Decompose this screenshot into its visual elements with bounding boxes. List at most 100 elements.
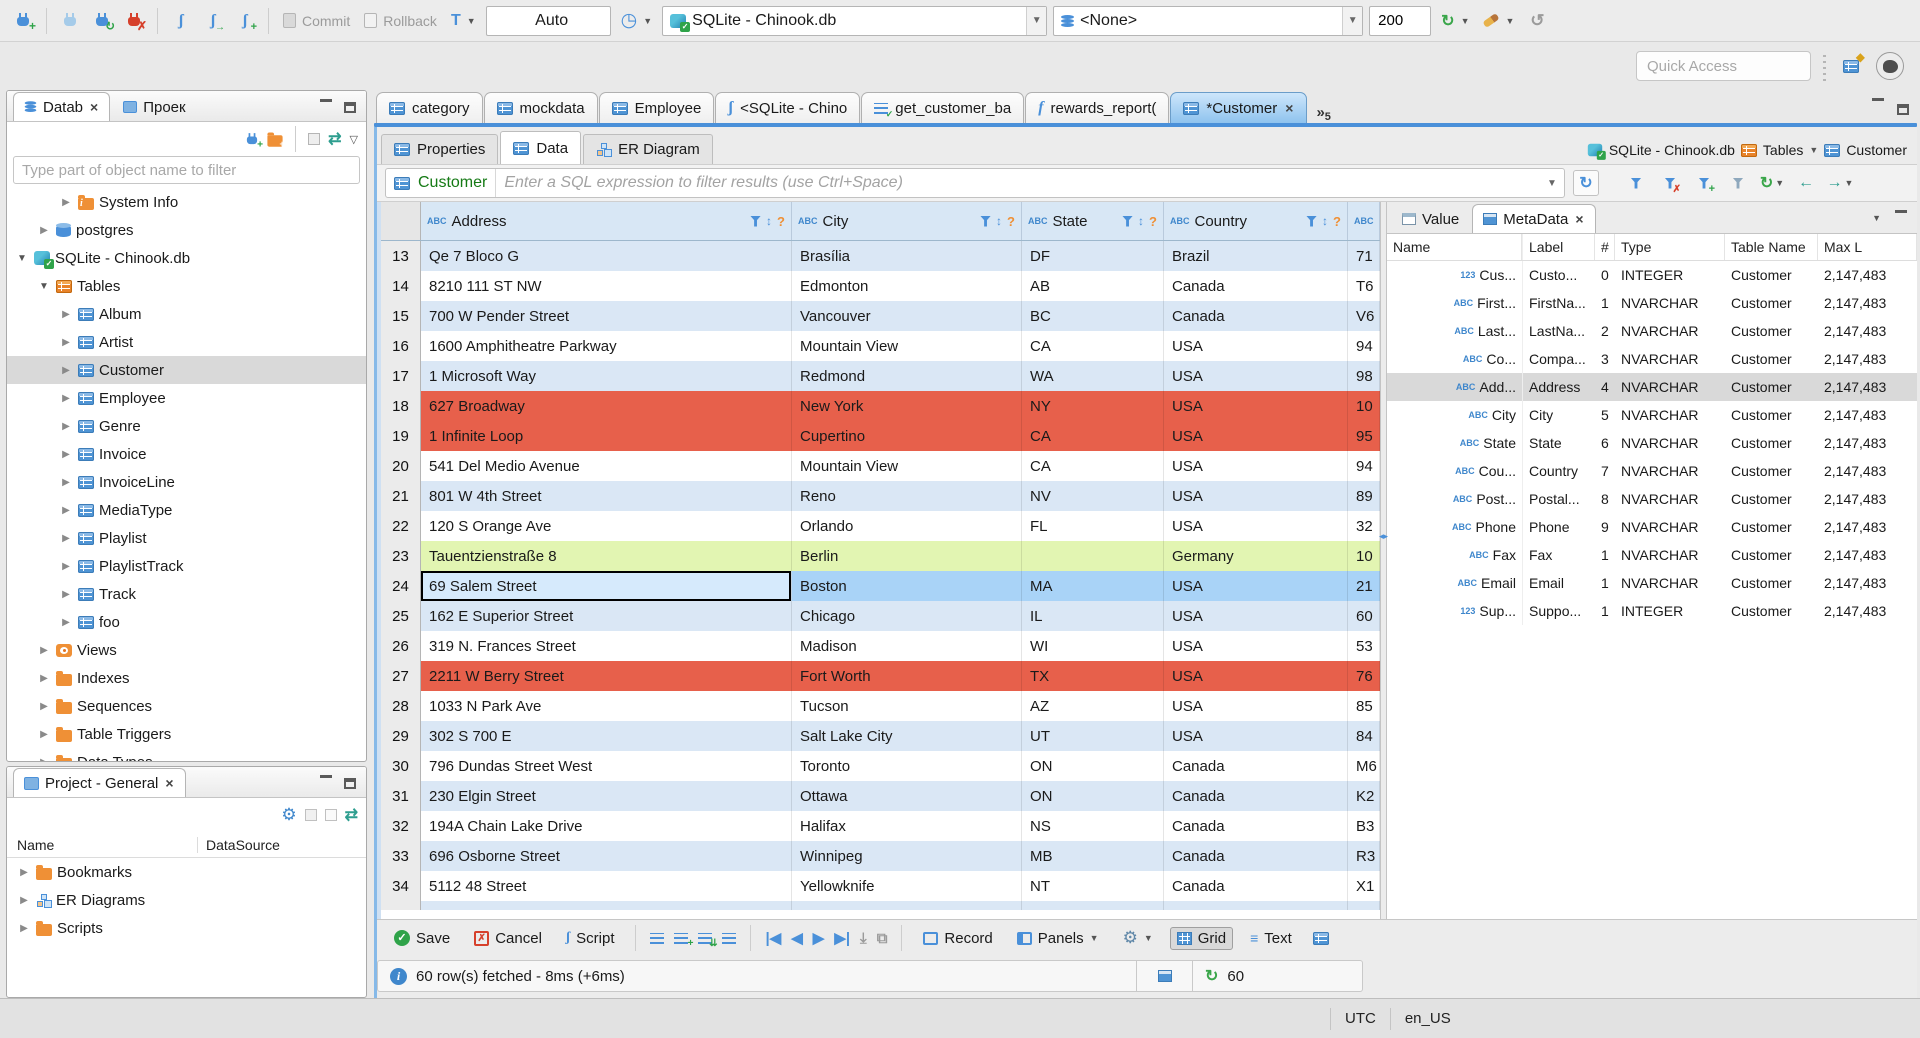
cell-state[interactable]: WI <box>1022 631 1164 661</box>
cell-country[interactable]: Germany <box>1164 541 1348 571</box>
expand-arrow-icon[interactable]: ▶ <box>59 561 73 572</box>
row-number[interactable]: 34 <box>381 871 421 901</box>
cell-city[interactable]: Ottawa <box>792 781 1022 811</box>
view-menu-icon[interactable]: ▼ <box>1872 213 1881 223</box>
edit-row-icon[interactable] <box>650 932 665 944</box>
cell-city[interactable]: Toronto <box>792 751 1022 781</box>
cell-address[interactable]: 1 Infinite Loop <box>421 421 792 451</box>
tab-overflow-button[interactable]: » 5 <box>1316 105 1330 123</box>
save-button[interactable]: ✓ Save <box>387 927 457 950</box>
expand-arrow-icon[interactable]: ▶ <box>59 533 73 544</box>
cell-country[interactable]: USA <box>1164 451 1348 481</box>
tree-item-tables[interactable]: ▼ Tables <box>7 272 366 300</box>
metadata-row-postal[interactable]: ABC Post... Postal... 8 NVARCHAR Customer 2,14… <box>1387 485 1917 513</box>
minimize-icon[interactable] <box>320 98 332 102</box>
cell-state[interactable]: IL <box>1022 601 1164 631</box>
cell-city[interactable]: Brasília <box>792 241 1022 271</box>
project-item-scripts[interactable]: ▶ Scripts <box>7 914 366 942</box>
tab-databases[interactable]: Datab × <box>13 92 111 121</box>
tree-item-invoiceline[interactable]: ▶ InvoiceLine <box>7 468 366 496</box>
quick-access-input[interactable] <box>1636 51 1811 81</box>
open-sql-editor-icon[interactable]: ʃ → <box>200 8 226 34</box>
expand-arrow-icon[interactable]: ▶ <box>37 225 51 236</box>
metadata-row-country[interactable]: ABC Cou... Country 7 NVARCHAR Customer 2,147,4… <box>1387 457 1917 485</box>
cell-extra[interactable]: 53 <box>1348 631 1380 661</box>
cell-country[interactable]: Canada <box>1164 841 1348 871</box>
refresh-toggle-button[interactable]: ↻ ▼ <box>1437 11 1473 31</box>
tree-item-postgres[interactable]: ▶ postgres <box>7 216 366 244</box>
cell-extra[interactable]: 98 <box>1348 361 1380 391</box>
tree-item-album[interactable]: ▶ Album <box>7 300 366 328</box>
panels-button[interactable]: Panels ▼ <box>1010 927 1106 950</box>
refresh-results-icon[interactable]: ↻ ▼ <box>1759 170 1785 196</box>
cell-city[interactable]: Orlando <box>792 511 1022 541</box>
cell-city[interactable]: Salt Lake City <box>792 721 1022 751</box>
cell-country[interactable]: USA <box>1164 691 1348 721</box>
sql-editor-icon[interactable]: ʃ <box>168 8 194 34</box>
add-filter-icon[interactable]: + <box>1691 170 1717 196</box>
cell-city[interactable]: Mountain View <box>792 331 1022 361</box>
cell-extra[interactable]: K2 <box>1348 781 1380 811</box>
next-page-icon[interactable]: ▶ <box>813 929 825 947</box>
cell-state[interactable]: UT <box>1022 721 1164 751</box>
quick-filter-icon[interactable]: ? <box>1333 215 1341 228</box>
tree-item-employee[interactable]: ▶ Employee <box>7 384 366 412</box>
expand-arrow-icon[interactable]: ▶ <box>59 309 73 320</box>
subtab-properties[interactable]: Properties <box>381 134 499 164</box>
cell-country[interactable]: USA <box>1164 331 1348 361</box>
cell-address[interactable]: 1 Microsoft Way <box>421 361 792 391</box>
row-number[interactable]: 31 <box>381 781 421 811</box>
cell-city[interactable]: Reno <box>792 481 1022 511</box>
cell-country[interactable]: USA <box>1164 631 1348 661</box>
expand-arrow-icon[interactable]: ▶ <box>17 923 31 934</box>
nav-back-icon[interactable]: ← <box>1793 170 1819 196</box>
row-number[interactable]: 27 <box>381 661 421 691</box>
collapse-arrow-icon[interactable]: ▼ <box>37 281 51 292</box>
quick-filter-icon[interactable]: ? <box>1007 215 1015 228</box>
editor-tab-customer[interactable]: *Customer × <box>1170 92 1308 123</box>
quick-filter-icon[interactable]: ? <box>777 215 785 228</box>
row-number[interactable]: 14 <box>381 271 421 301</box>
cell-extra[interactable]: 76 <box>1348 661 1380 691</box>
collapse-all-icon[interactable] <box>308 133 321 145</box>
close-icon[interactable]: × <box>1284 101 1294 115</box>
tree-item-views[interactable]: ▶ Views <box>7 636 366 664</box>
filter-funnel-icon[interactable] <box>1306 215 1318 227</box>
row-number[interactable]: 28 <box>381 691 421 721</box>
rollback-button[interactable]: Rollback <box>360 13 441 29</box>
cell-country[interactable]: Canada <box>1164 271 1348 301</box>
cell-address[interactable]: 700 W Pender Street <box>421 301 792 331</box>
cell-extra[interactable]: M6 <box>1348 751 1380 781</box>
cell-extra[interactable]: X1 <box>1348 871 1380 901</box>
cell-address[interactable]: 2211 W Berry Street <box>421 661 792 691</box>
expand-arrow-icon[interactable]: ▶ <box>59 617 73 628</box>
expand-arrow-icon[interactable]: ▶ <box>37 757 51 762</box>
expand-arrow-icon[interactable]: ▶ <box>17 895 31 906</box>
cell-address[interactable]: Tauentzienstraße 8 <box>421 541 792 571</box>
cell-state[interactable]: CA <box>1022 331 1164 361</box>
cell-city[interactable]: Redmond <box>792 361 1022 391</box>
breadcrumb-connection[interactable]: SQLite - Chinook.db <box>1609 142 1735 158</box>
sort-icon[interactable]: ↕ <box>766 215 772 227</box>
cell-address[interactable]: 796 Dundas Street West <box>421 751 792 781</box>
cell-state[interactable]: WA <box>1022 361 1164 391</box>
tree-item-sequences[interactable]: ▶ Sequences <box>7 692 366 720</box>
metadata-row-fax[interactable]: ABC Fax Fax 1 NVARCHAR Customer 2,147,483 <box>1387 541 1917 569</box>
cell-country[interactable]: USA <box>1164 571 1348 601</box>
column-datasource[interactable]: DataSource <box>197 836 366 853</box>
collapse-arrow-icon[interactable]: ▼ <box>15 253 29 264</box>
column-header-city[interactable]: ABC City ↕? <box>792 202 1022 240</box>
cell-state[interactable]: MA <box>1022 571 1164 601</box>
tree-item-customer[interactable]: ▶ Customer <box>7 356 366 384</box>
cell-address[interactable]: 1600 Amphitheatre Parkway <box>421 331 792 361</box>
row-number[interactable]: 33 <box>381 841 421 871</box>
metadata-row-city[interactable]: ABC City City 5 NVARCHAR Customer 2,147,483 <box>1387 401 1917 429</box>
row-number[interactable]: 24 <box>381 571 421 601</box>
editor-tab-sqlite-chino[interactable]: ʃ <SQLite - Chino <box>715 92 861 123</box>
cell-city[interactable]: Yellowknife <box>792 871 1022 901</box>
column-header-clipped[interactable]: ABC <box>1348 202 1380 240</box>
expand-arrow-icon[interactable]: ▶ <box>59 365 73 376</box>
editor-tab-rewards-report[interactable]: f rewards_report( <box>1025 92 1170 123</box>
subtab-er-diagram[interactable]: ER Diagram <box>583 134 713 164</box>
cell-city[interactable]: Winnipeg <box>792 841 1022 871</box>
